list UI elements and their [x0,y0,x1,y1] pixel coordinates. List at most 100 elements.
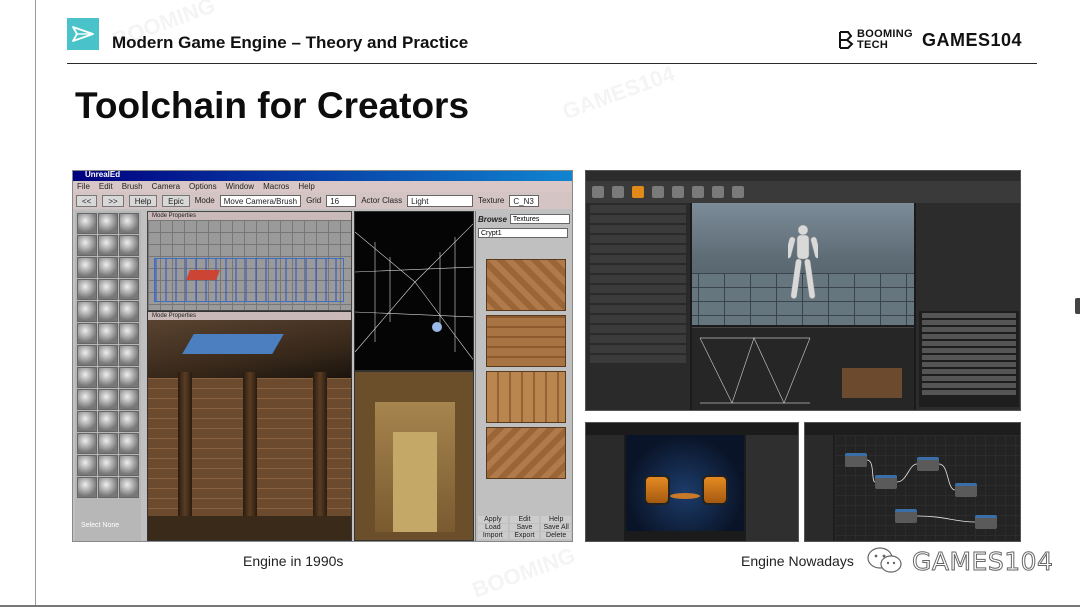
wechat-watermark: GAMES104 [866,546,1053,576]
toolbar-icon [612,186,624,198]
left-border [35,0,36,607]
details-panel [586,203,690,410]
help-button: Help [541,516,571,523]
tool-icon [119,279,139,300]
perspective-viewport: Mode Properties [147,311,352,541]
blueprint-wires-icon [866,459,976,523]
booming-mark-icon [839,31,854,49]
curve-graph-panel [692,327,914,410]
menu-window: Window [225,182,255,191]
top-ortho-viewport: Mode Properties [147,211,352,311]
toolbar-icon [672,186,684,198]
tool-icon [77,257,97,278]
tool-icon [98,323,118,344]
tool-icon [119,411,139,432]
floor-render [148,516,351,540]
tool-icon [119,257,139,278]
menu-edit: Edit [98,182,113,191]
toolbar-icon [712,186,724,198]
tool-icon [77,433,97,454]
menu-options: Options [189,182,217,191]
toolbar-icon [632,186,644,198]
editor-tab-bar [586,171,1020,181]
tool-icon [77,411,97,432]
mode-label: Mode [194,196,215,205]
browse-type-select: Textures [509,214,570,224]
tool-palette: Select None [75,211,141,541]
course-logo-icon [67,18,99,50]
tool-icon [98,433,118,454]
brand-tech-text: TECH [857,39,889,51]
tool-icon [119,433,139,454]
games104-logo: GAMES104 [922,30,1023,50]
chair-render [702,475,728,505]
menu-brush: Brush [121,182,143,191]
textured-viewport [354,371,474,541]
tool-icon [77,323,97,344]
delete-button: Delete [541,532,571,539]
edit-button: Edit [509,516,540,523]
menu-bar: File Edit Brush Camera Options Window Ma… [73,181,572,192]
texture-thumbnail [486,315,566,367]
menu-help: Help [298,182,315,191]
tool-icon [98,455,118,476]
tool-icon [77,345,97,366]
grid-label: Grid [306,196,322,205]
save-button: Save [509,524,540,531]
scroll-handle[interactable] [1075,298,1080,314]
pillar-render [178,372,192,537]
tool-icon [77,389,97,410]
browser-header: Browse Textures [476,213,572,225]
tool-icon [77,367,97,388]
editor-toolbar: << >> Help Epic Mode Move Camera/Brush G… [73,192,572,209]
tool-icon [119,389,139,410]
menu-macros: Macros [263,182,290,191]
tool-icon [98,477,118,498]
texture-thumbnail [486,259,566,311]
blueprint-graph [835,435,1020,541]
skylight-render [182,334,284,354]
character-viewport [692,203,914,325]
viewport-header: Mode Properties [148,212,351,220]
level-wireframe [154,258,344,302]
caption-nowadays: Engine Nowadays [741,553,854,569]
menu-camera: Camera [151,182,181,191]
modern-editor-level-screenshot [585,422,799,542]
doorway-render [393,432,437,532]
tool-icon [98,389,118,410]
toolbar-icon [592,186,604,198]
actor-class-select: Light [407,194,474,207]
tool-icon [119,213,139,234]
epic-button: Epic [162,194,190,207]
apply-button: Apply [478,516,508,523]
tool-icon [98,257,118,278]
mannequin-character-icon [788,224,818,299]
tool-icon [98,301,118,322]
slide-title: Toolchain for Creators [75,85,470,126]
tool-icon [119,345,139,366]
modern-editor-blueprint-screenshot [804,422,1021,542]
tool-icon [119,301,139,322]
caption-1990s: Engine in 1990s [243,553,344,569]
unrealed-1990s-screenshot: UnrealEd File Edit Brush Camera Options … [72,170,573,542]
window-titlebar: UnrealEd [73,171,572,181]
toolbar-icon [732,186,744,198]
toolbar-icon [692,186,704,198]
tool-icon [98,345,118,366]
viewport-header: Mode Properties [148,312,351,320]
tool-icon [77,213,97,234]
tool-icon [119,235,139,256]
output-log-panel [919,311,1019,407]
selected-brush [186,270,220,280]
forward-button: >> [102,194,124,207]
editor-toolbar [586,181,1020,203]
course-title: Modern Game Engine – Theory and Practice [112,33,469,52]
package-select: Crypt1 [478,228,568,238]
viewport-grid [148,220,351,310]
tool-icon [98,367,118,388]
tool-icon [98,279,118,300]
curve-lines-icon [699,337,902,404]
window-title: UnrealEd [85,170,121,179]
pillar-render [243,372,257,537]
tool-icon [77,279,97,300]
